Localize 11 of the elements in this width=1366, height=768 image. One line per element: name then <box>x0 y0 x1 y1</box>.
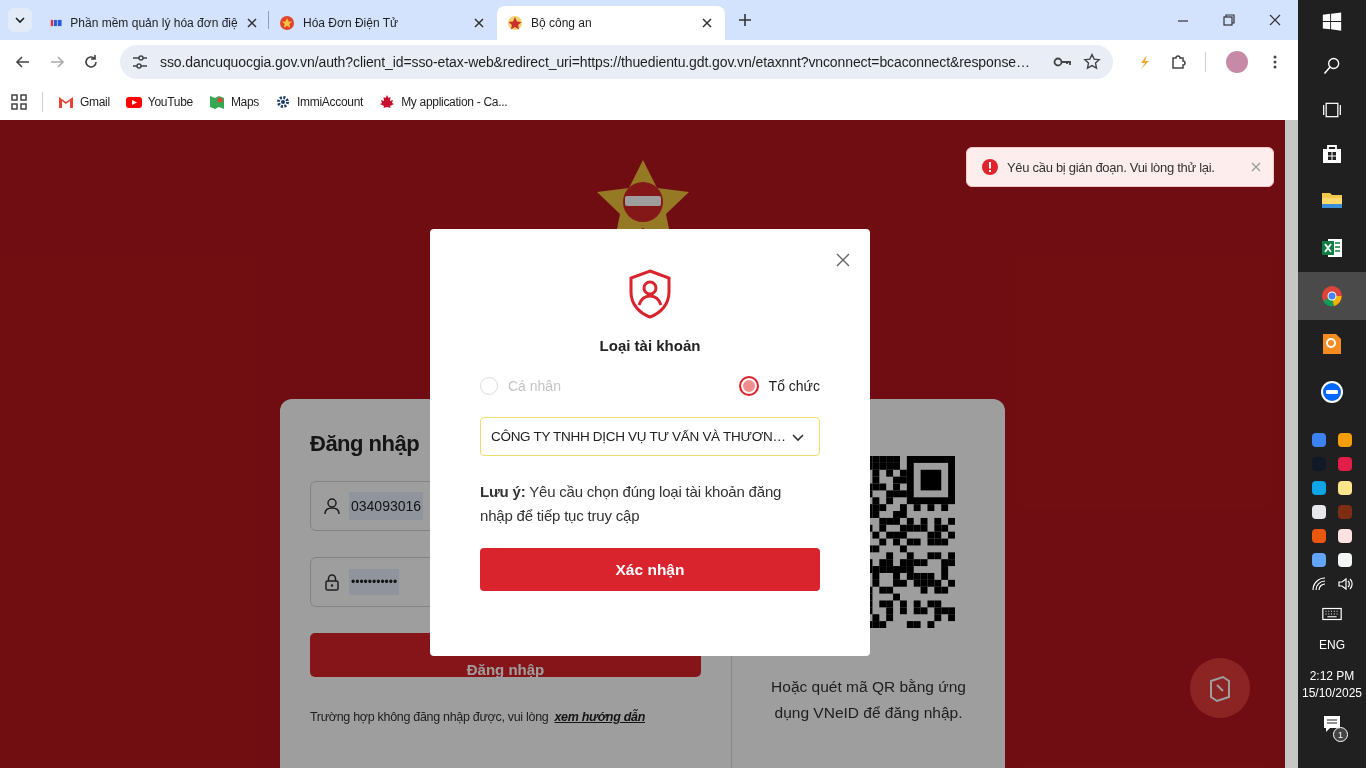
tab-title: Phần mềm quản lý hóa đơn điệ <box>70 16 238 30</box>
note-text: Lưu ý: Yêu cầu chọn đúng loại tài khoản đăng nhập để tiếp tục truy cập <box>480 482 783 526</box>
notification-badge: 1 <box>1333 727 1348 742</box>
tab-title: Bộ công an <box>531 16 593 30</box>
help-text: Trường hợp không đăng nhập được, vui lòng <box>310 710 549 724</box>
tab-title: Hóa Đơn Điện Tử <box>303 16 400 30</box>
qr-caption: Hoặc quét mã QR bằng ứng dụng VNeID để đăng nhập. <box>770 677 967 723</box>
toast-message: Yêu cầu bị gián đoạn. Vui lòng thử lại. <box>1007 159 1216 175</box>
url-text: sso.dancuquocgia.gov.vn/auth?client_id=sso-etax-web&redirect_uri=https://thuedientu.gdt.gov.vn/etaxnnt?vnconnect=bcaconnect&response… <box>160 54 1031 70</box>
login-title: Đăng nhập <box>310 431 420 457</box>
dialog-title: Loại tài khoản <box>599 337 701 354</box>
